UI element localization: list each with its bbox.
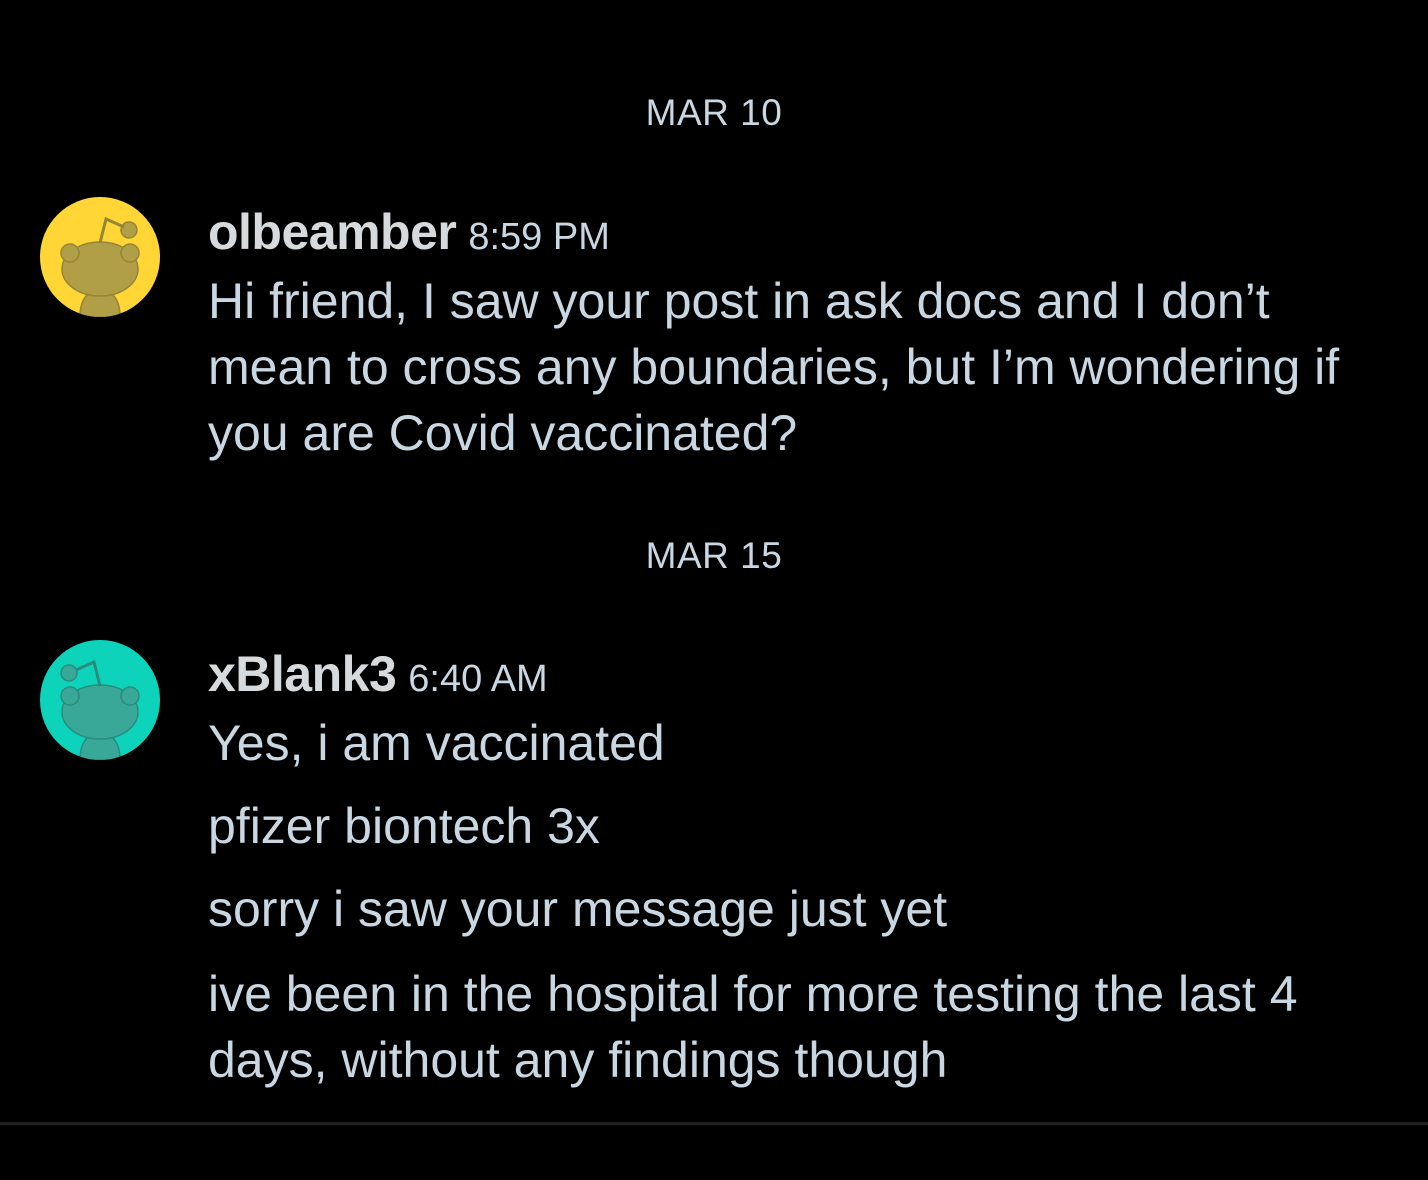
username[interactable]: xBlank3 [208, 646, 397, 702]
snoo-avatar-icon[interactable] [40, 640, 160, 760]
message-header: olbeamber 8:59 PM [208, 203, 610, 261]
message-text: ive been in the hospital for more testin… [208, 966, 1298, 1088]
message-text: Hi friend, I saw your post in ask docs a… [208, 273, 1340, 461]
divider [0, 1122, 1428, 1125]
message-text: sorry i saw your message just yet [208, 881, 948, 937]
date-separator: MAR 15 [645, 535, 783, 576]
message-time: 8:59 PM [468, 216, 610, 258]
message-text: pfizer biontech 3x [208, 798, 600, 854]
username[interactable]: olbeamber [208, 204, 457, 260]
date-separator: MAR 10 [645, 92, 783, 133]
message-text: Yes, i am vaccinated [208, 715, 665, 771]
message-time: 6:40 AM [408, 658, 548, 700]
snoo-avatar-icon[interactable] [40, 197, 160, 317]
message-header: xBlank3 6:40 AM [208, 645, 548, 703]
